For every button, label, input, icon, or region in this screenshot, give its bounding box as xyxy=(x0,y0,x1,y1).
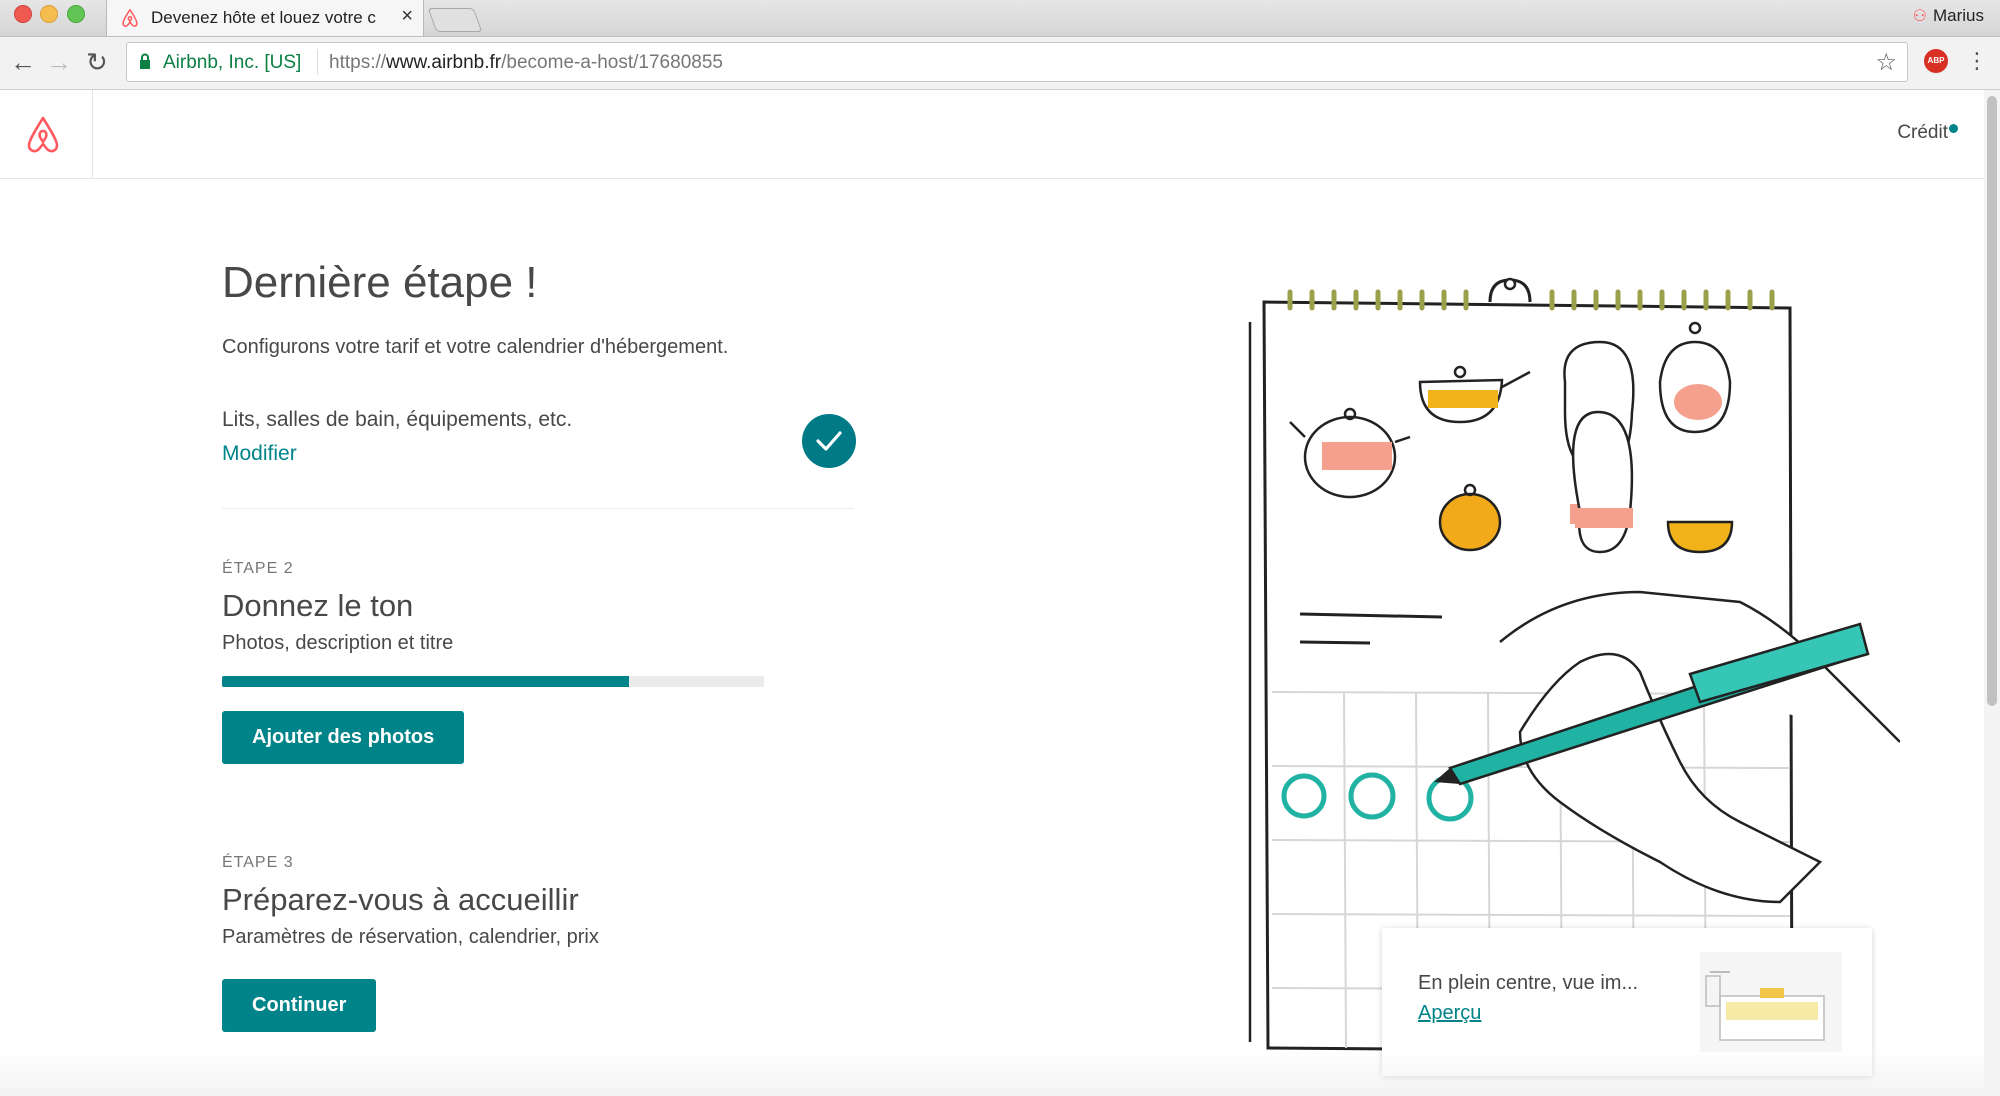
new-tab-button[interactable] xyxy=(427,8,483,32)
preview-link[interactable]: Aperçu xyxy=(1418,1002,1481,1025)
step2-kicker: ÉTAPE 2 xyxy=(222,560,294,577)
browser-toolbar: ← → ↻ Airbnb, Inc. [US] https://www.airb… xyxy=(0,37,2000,90)
url-text[interactable]: https://www.airbnb.fr/become-a-host/1768… xyxy=(329,52,723,74)
site-header: Crédit xyxy=(0,90,1984,179)
profile-name: Marius xyxy=(1932,6,1984,25)
airbnb-logo-icon xyxy=(27,116,59,153)
page-bottom-shadow xyxy=(0,1050,1984,1096)
bookmark-star-icon[interactable]: ☆ xyxy=(1875,48,1897,77)
site-identity-label: Airbnb, Inc. [US] xyxy=(163,52,302,73)
step2-progress-bar xyxy=(222,676,764,687)
minimize-window-button[interactable] xyxy=(40,5,58,23)
step2-title: Donnez le ton xyxy=(222,588,414,623)
address-bar[interactable]: Airbnb, Inc. [US] https://www.airbnb.fr/… xyxy=(126,42,1908,82)
page-scrollbar-thumb[interactable] xyxy=(1987,96,1997,706)
browser-menu-icon[interactable]: ⋮ xyxy=(1966,46,1988,76)
add-photos-button[interactable]: Ajouter des photos xyxy=(222,711,465,764)
url-separator xyxy=(317,49,318,75)
step-divider xyxy=(222,508,854,509)
url-host: www.airbnb.fr xyxy=(386,52,502,73)
adblock-extension-icon[interactable]: ABP xyxy=(1924,49,1948,73)
step2-progress-fill xyxy=(222,676,629,687)
credit-notification-dot xyxy=(1949,124,1958,133)
step3-title: Préparez-vous à accueillir xyxy=(222,882,579,917)
back-arrow-icon[interactable]: ← xyxy=(10,47,36,77)
user-profile-icon: ⚇ xyxy=(1912,8,1927,25)
page-title: Dernière étape ! xyxy=(222,258,538,307)
browser-titlebar: Devenez hôte et louez votre c × ⚇ Marius xyxy=(0,0,2000,37)
preview-listing-title: En plein centre, vue im... xyxy=(1418,972,1639,994)
close-window-button[interactable] xyxy=(14,5,32,23)
url-prefix: https:// xyxy=(329,52,387,73)
listing-thumbnail-image xyxy=(1700,952,1842,1052)
logo-link[interactable] xyxy=(0,90,93,178)
browser-tab-active[interactable]: Devenez hôte et louez votre c × xyxy=(106,0,424,36)
airbnb-favicon-icon xyxy=(122,8,138,27)
tab-title: Devenez hôte et louez votre c xyxy=(151,8,376,27)
page-subtitle: Configurons votre tarif et votre calendr… xyxy=(222,336,729,358)
step1-edit-link[interactable]: Modifier xyxy=(222,442,297,466)
maximize-window-button[interactable] xyxy=(67,5,85,23)
tab-close-icon[interactable]: × xyxy=(401,5,413,28)
profile-button[interactable]: ⚇ Marius xyxy=(1913,6,1984,26)
continue-button[interactable]: Continuer xyxy=(222,979,377,1032)
reload-icon[interactable]: ↻ xyxy=(86,47,108,77)
url-path: /become-a-host/17680855 xyxy=(501,52,723,73)
credit-link[interactable]: Crédit xyxy=(1897,122,1948,144)
step3-description: Paramètres de réservation, calendrier, p… xyxy=(222,926,599,948)
step1-label: Lits, salles de bain, équipements, etc. xyxy=(222,408,573,431)
step2-description: Photos, description et titre xyxy=(222,632,454,654)
step3-kicker: ÉTAPE 3 xyxy=(222,854,294,871)
lock-icon xyxy=(140,53,150,69)
forward-arrow-icon[interactable]: → xyxy=(46,47,72,77)
step1-complete-check-icon xyxy=(802,414,856,468)
